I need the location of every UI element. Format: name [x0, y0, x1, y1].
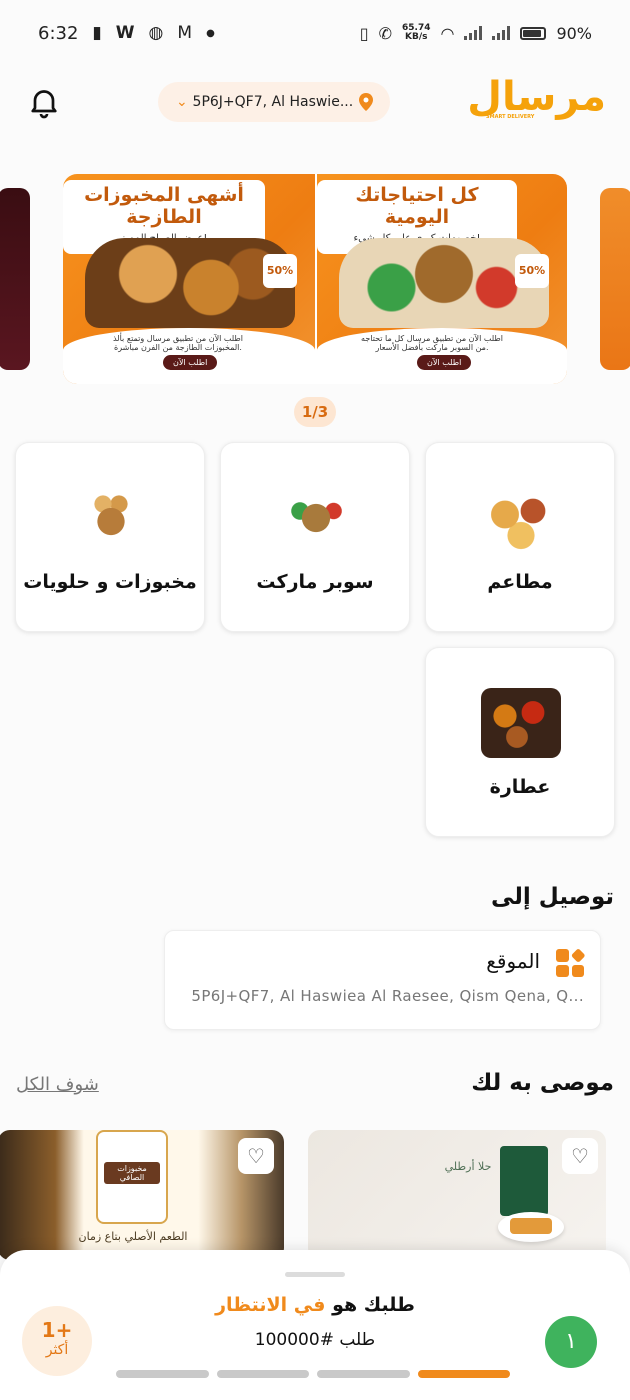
- more-count: 1+: [41, 1318, 73, 1342]
- carousel-pager: 1/3: [294, 397, 336, 427]
- gmail-icon: M: [177, 23, 193, 43]
- chevron-down-icon: ⌄: [176, 94, 188, 110]
- promo-banner[interactable]: أشهى المخبوزات الطازجة عرض الصباح المميز…: [63, 174, 567, 384]
- order-status-text: طلبك هو في الانتظار: [0, 1294, 630, 1316]
- order-status-sheet[interactable]: طلبك هو في الانتظار طلب #100000 1+ أكثر …: [0, 1250, 630, 1400]
- location-text: 5P6J+QF7, Al Haswie...: [192, 94, 354, 110]
- store-tagline: الطعم الأصلي بتاع زمان: [78, 1230, 188, 1243]
- category-bakery[interactable]: مخبوزات و حلويات: [15, 442, 205, 632]
- delivery-card-title: الموقع: [486, 949, 540, 973]
- delivery-title: توصيل إلى: [491, 884, 614, 910]
- order-number: طلب #100000: [254, 1330, 376, 1350]
- signal-1-icon: [464, 26, 483, 40]
- more-orders-button[interactable]: 1+ أكثر: [22, 1306, 92, 1376]
- status-time: 6:32: [38, 22, 79, 44]
- sheet-drag-handle[interactable]: [285, 1272, 345, 1277]
- delivery-address: 5P6J+QF7, Al Haswiea Al Raesee, Qism Qen…: [191, 987, 584, 1005]
- product-bag-image: [500, 1146, 548, 1216]
- favorite-heart-icon[interactable]: ♡: [562, 1138, 598, 1174]
- vibrate-icon: ▯: [359, 23, 369, 43]
- progress-step: [116, 1370, 209, 1378]
- recommended-store-card[interactable]: مخبوزات الصافي الطعم الأصلي بتاع زمان ♡: [0, 1130, 284, 1260]
- banner-title-text: كل احتياجاتك اليومية: [355, 184, 479, 228]
- progress-step: [216, 1370, 309, 1378]
- bell-icon[interactable]: [26, 84, 62, 120]
- banner-body: اطلب الآن من تطبيق مرسال كل ما تحتاجه من…: [361, 334, 503, 352]
- banner-grocery-promo[interactable]: كل احتياجاتك اليومية خصومات كبرى على كل …: [315, 174, 567, 384]
- wifi-icon: ◠: [440, 23, 455, 43]
- call-icon: ✆: [378, 23, 392, 43]
- location-grid-icon: [556, 948, 585, 977]
- discount-badge: 50%: [263, 254, 297, 288]
- category-supermarket[interactable]: سوبر ماركت: [220, 442, 410, 632]
- order-status-prefix: طلبك هو: [332, 1294, 415, 1316]
- net-speed-unit: KB/s: [404, 32, 428, 42]
- next-slide-peek[interactable]: [600, 188, 630, 370]
- dot-icon: ●: [206, 27, 215, 39]
- category-restaurants[interactable]: مطاعم: [425, 442, 615, 632]
- bread-basket-image: [71, 483, 151, 553]
- recommended-title: موصى به لك: [471, 1070, 614, 1096]
- app-header: ⌄ 5P6J+QF7, Al Haswie... مرسال SMART DEL…: [0, 70, 630, 136]
- banner-bakery-promo[interactable]: أشهى المخبوزات الطازجة عرض الصباح المميز…: [63, 174, 315, 384]
- category-label: عطارة: [489, 776, 551, 798]
- banner-body: اطلب الآن من تطبيق مرسال وتمتع بألذ المخ…: [112, 334, 243, 352]
- delivery-address-card[interactable]: الموقع 5P6J+QF7, Al Haswiea Al Raesee, Q…: [164, 930, 601, 1030]
- battery-saver-icon: ▮: [92, 23, 102, 43]
- w-app-icon: W: [115, 23, 135, 43]
- category-label: سوبر ماركت: [256, 571, 374, 593]
- store-name: مخبوزات الصافي: [104, 1162, 160, 1184]
- order-now-button[interactable]: اطلب الآن: [417, 355, 472, 370]
- discount-badge: 50%: [515, 254, 549, 288]
- category-label: مخبوزات و حلويات: [23, 571, 197, 593]
- promo-carousel[interactable]: أشهى المخبوزات الطازجة عرض الصباح المميز…: [0, 174, 630, 384]
- order-status-highlight: في الانتظار: [215, 1294, 326, 1316]
- category-label: مطاعم: [487, 571, 553, 593]
- store-name: حلا أرطلي: [444, 1160, 492, 1173]
- grocery-basket-image: [276, 483, 356, 553]
- bear-app-icon: ◍: [148, 23, 164, 43]
- net-speed: 65.74 KB/s: [402, 24, 430, 42]
- restaurant-food-image: [481, 483, 561, 553]
- progress-step-active: [417, 1370, 510, 1378]
- logo-tagline: SMART DELIVERY: [486, 114, 535, 120]
- progress-step: [317, 1370, 410, 1378]
- spices-image: [481, 688, 561, 758]
- status-bar: 6:32 ▮ W ◍ M ● ▯ ✆ 65.74 KB/s ◠ 90%: [0, 0, 630, 66]
- order-now-button[interactable]: اطلب الآن: [163, 355, 218, 370]
- location-pin-icon: [358, 93, 373, 111]
- banner-title-text: أشهى المخبوزات الطازجة: [84, 184, 244, 228]
- battery-percent: 90%: [556, 23, 592, 43]
- store-logo: مخبوزات الصافي: [96, 1130, 168, 1224]
- order-count-badge[interactable]: ١: [545, 1316, 597, 1368]
- location-selector[interactable]: ⌄ 5P6J+QF7, Al Haswie...: [158, 82, 390, 122]
- category-spices[interactable]: عطارة: [425, 647, 615, 837]
- recommended-store-card[interactable]: حلا أرطلي ♡: [308, 1130, 606, 1260]
- app-logo: مرسال SMART DELIVERY: [467, 72, 606, 132]
- signal-2-icon: [492, 26, 511, 40]
- order-progress: [116, 1370, 510, 1378]
- product-plate-image: [498, 1212, 564, 1242]
- see-all-link[interactable]: شوف الكل: [16, 1074, 99, 1095]
- more-label: أكثر: [45, 1342, 69, 1358]
- favorite-heart-icon[interactable]: ♡: [238, 1138, 274, 1174]
- prev-slide-peek[interactable]: [0, 188, 30, 370]
- battery-icon: [520, 26, 547, 40]
